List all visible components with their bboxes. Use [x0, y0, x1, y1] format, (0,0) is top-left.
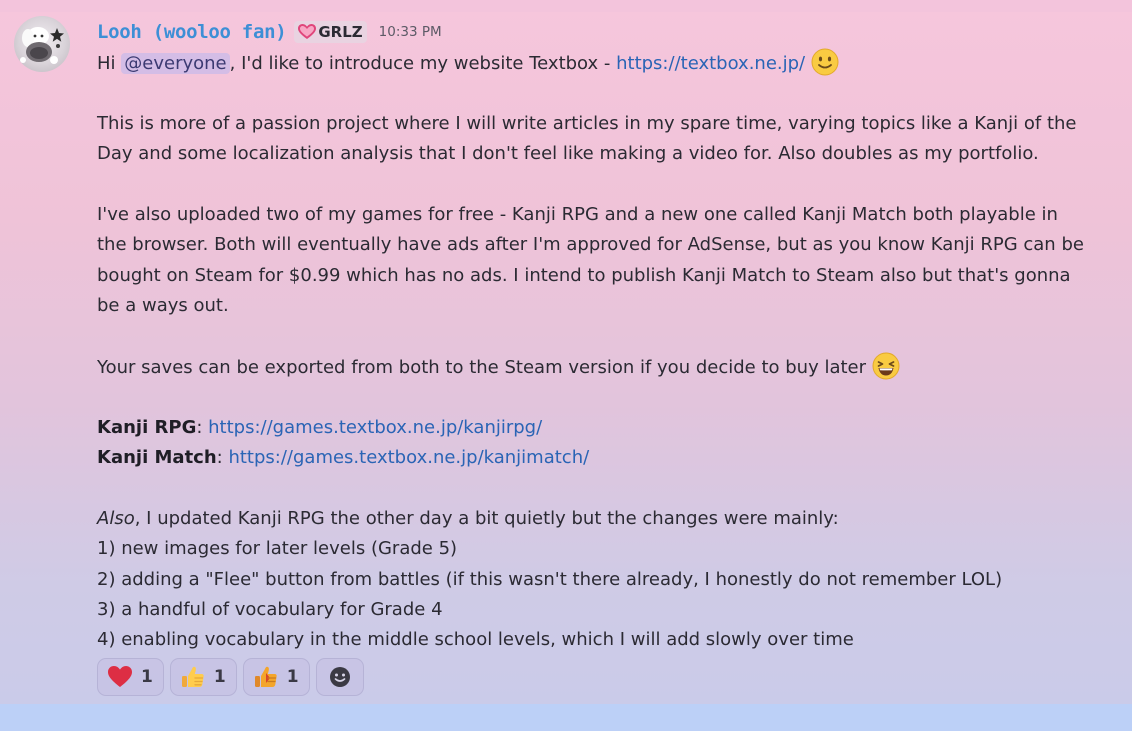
- message-content: Hi @everyone, I'd like to introduce my w…: [97, 48, 1117, 656]
- avatar-image: [20, 27, 64, 64]
- reaction-count: 1: [141, 667, 153, 687]
- text-segment: , I'd like to introduce my website Textb…: [229, 53, 617, 74]
- reaction-thumbs-up[interactable]: 1: [169, 658, 237, 696]
- thumbs-up-dark-icon: [254, 666, 277, 687]
- kanji-rpg-label: Kanji RPG: [97, 416, 197, 438]
- change-item: 2) adding a "Flee" button from battles (…: [97, 568, 1003, 590]
- message-line: Kanji Match: https://games.textbox.ne.jp…: [97, 443, 1117, 473]
- text-segment: :: [216, 447, 229, 469]
- guild-tag[interactable]: GRLZ: [294, 21, 367, 43]
- kanji-match-link[interactable]: https://games.textbox.ne.jp/kanjimatch/: [228, 447, 589, 468]
- top-strip: [0, 0, 1132, 12]
- text-segment: Hi: [97, 53, 122, 74]
- reaction-count: 1: [213, 667, 226, 687]
- add-reaction-button[interactable]: [315, 658, 364, 696]
- message-line: Your saves can be exported from both to …: [97, 352, 1117, 382]
- change-item: 3) a handful of vocabulary for Grade 4: [97, 599, 443, 621]
- everyone-mention[interactable]: @everyone: [121, 53, 230, 74]
- message-line: the browser. Both will eventually have a…: [97, 234, 1084, 256]
- grinning-squint-emoji-icon: [872, 352, 900, 380]
- avatar[interactable]: [14, 16, 70, 72]
- thumbs-up-icon: [181, 666, 204, 687]
- reaction-thumbs-up-dark[interactable]: 1: [242, 658, 310, 696]
- heart-badge-icon: [298, 24, 317, 39]
- text-segment: Your saves can be exported from both to …: [97, 356, 872, 378]
- text-segment: , I updated Kanji RPG the other day a bi…: [134, 507, 839, 529]
- also-italic: Also: [97, 507, 135, 529]
- guild-tag-label: GRLZ: [318, 23, 363, 41]
- message-line: I've also uploaded two of my games for f…: [97, 203, 1058, 225]
- bottom-strip: [0, 704, 1132, 731]
- website-link[interactable]: https://textbox.ne.jp/: [616, 53, 805, 74]
- reaction-count: 1: [286, 667, 299, 687]
- message-line: Hi @everyone, I'd like to introduce my w…: [97, 48, 1117, 78]
- reactions-bar: 1 1 1: [97, 658, 364, 696]
- smiley-add-icon: [329, 667, 350, 687]
- kanji-match-label: Kanji Match: [97, 447, 217, 469]
- slight-smile-emoji-icon: [811, 48, 839, 76]
- message-line: be a ways out.: [97, 295, 229, 317]
- message-line: Also, I updated Kanji RPG the other day …: [97, 504, 1117, 534]
- message-line: Day and some localization analysis that …: [97, 143, 1039, 165]
- author-name[interactable]: Looh (wooloo fan): [97, 21, 287, 43]
- text-segment: :: [196, 416, 209, 438]
- timestamp[interactable]: 10:33 PM: [379, 24, 442, 40]
- message-header: Looh (wooloo fan) GRLZ 10:33 PM: [97, 18, 442, 46]
- message-line: bought on Steam for $0.99 which has no a…: [97, 264, 1071, 286]
- kanji-rpg-link[interactable]: https://games.textbox.ne.jp/kanjirpg/: [208, 417, 542, 438]
- heart-icon: [108, 666, 132, 687]
- message-line: Kanji RPG: https://games.textbox.ne.jp/k…: [97, 413, 1117, 443]
- reaction-heart[interactable]: 1: [97, 658, 164, 696]
- change-item: 4) enabling vocabulary in the middle sch…: [97, 629, 854, 651]
- change-item: 1) new images for later levels (Grade 5): [97, 538, 458, 560]
- message-line: This is more of a passion project where …: [97, 112, 1077, 134]
